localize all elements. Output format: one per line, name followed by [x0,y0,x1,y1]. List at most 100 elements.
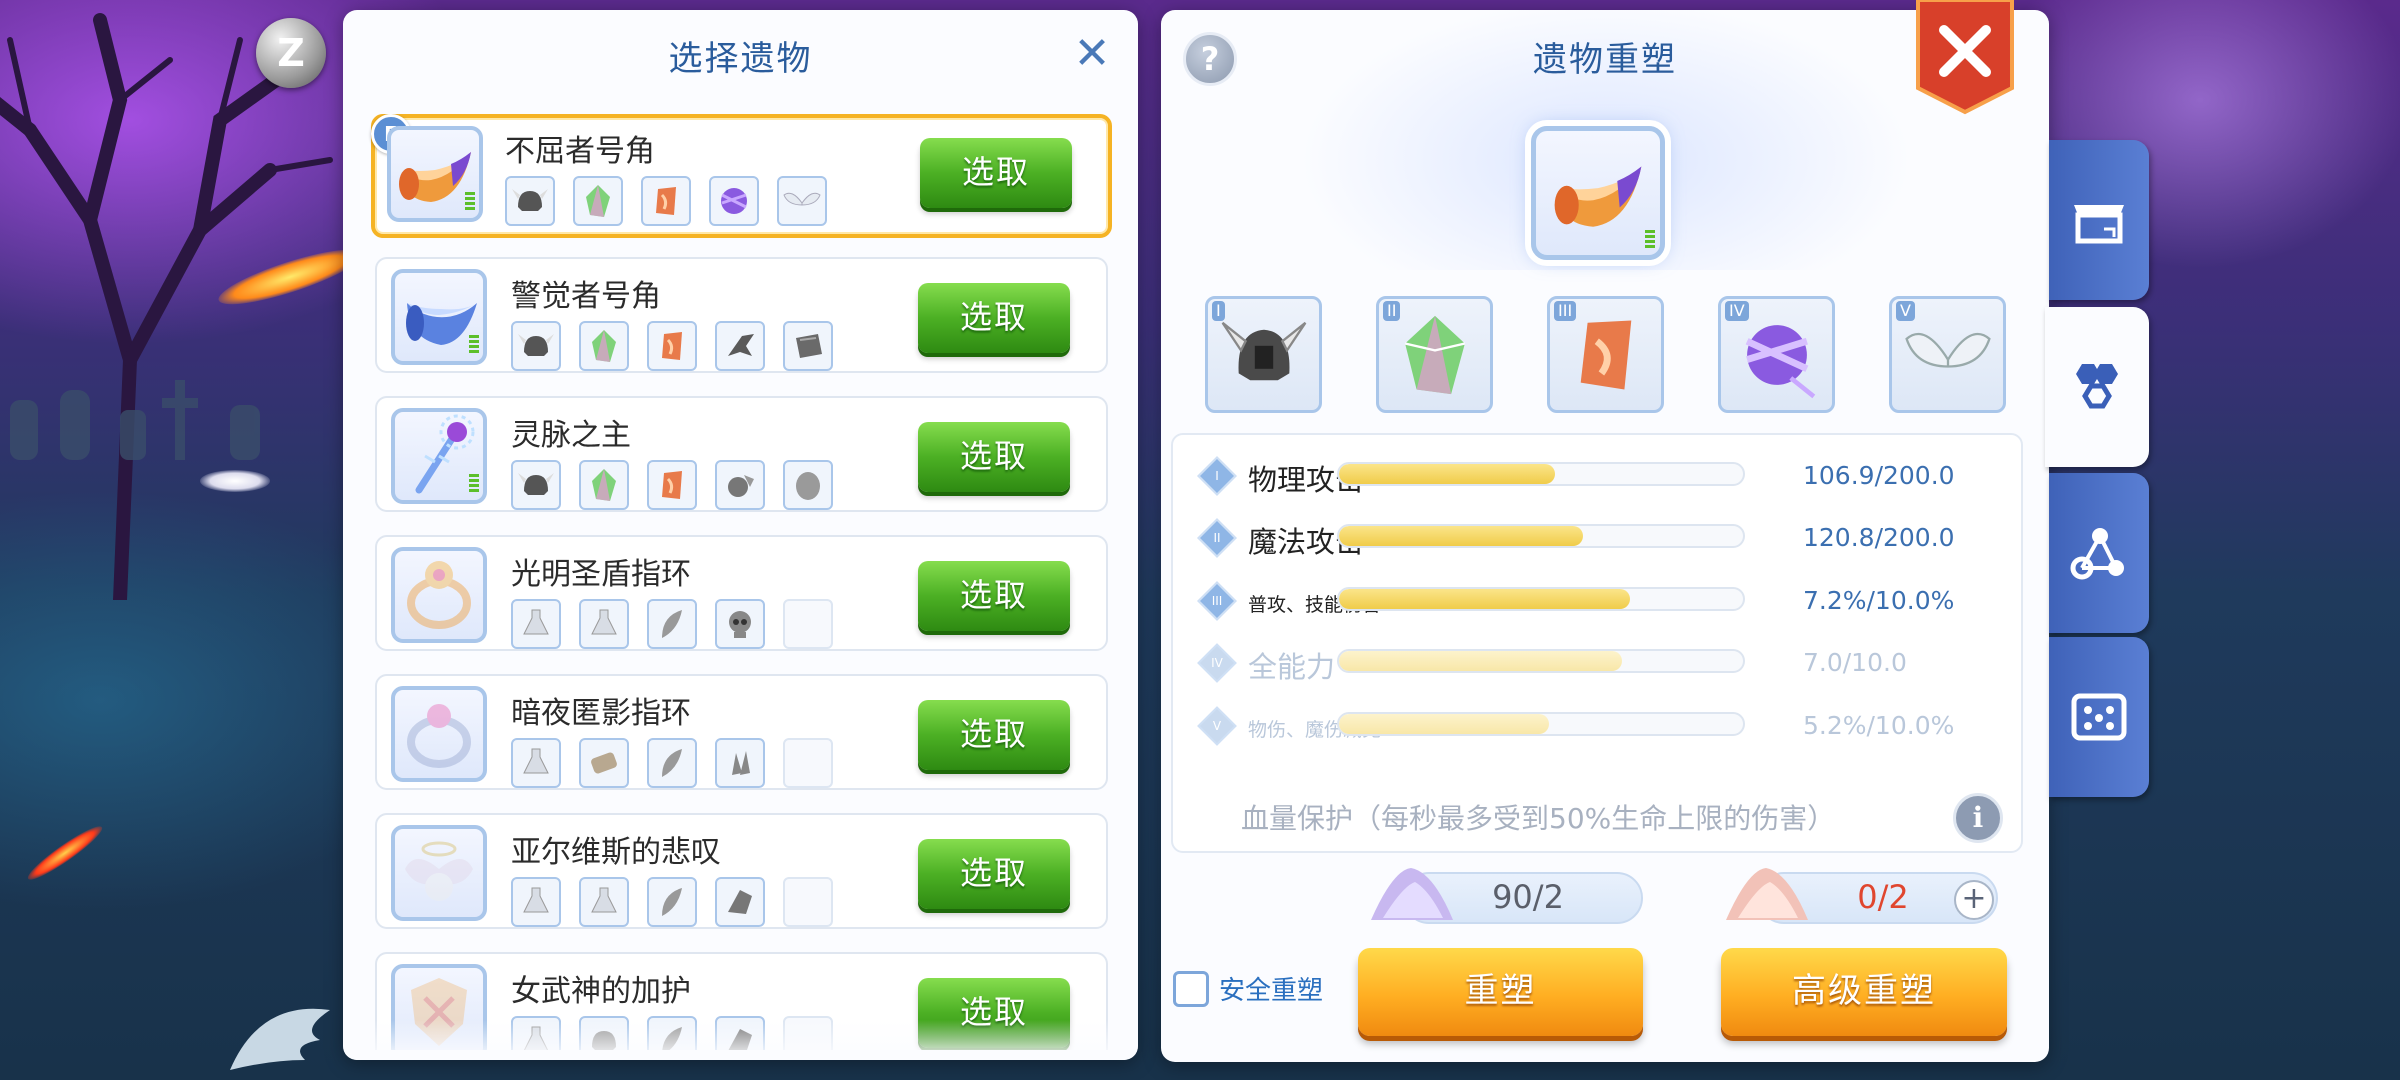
potion-bottle-icon [511,738,561,788]
stat-fill [1339,464,1555,484]
tab-relic-reforge[interactable] [2045,307,2149,467]
ring-icon [391,686,487,782]
attr-slot-5[interactable]: V [1889,296,2006,413]
reforge-button[interactable]: 重塑 [1358,948,1643,1036]
stat-fill [1339,714,1550,734]
panel-title: 选择遗物 [668,38,813,79]
attr-slots-row [511,460,833,510]
tab-shop[interactable] [2049,140,2149,300]
pick-button[interactable]: 选取 [918,839,1070,909]
relic-list-item[interactable]: 警觉者号角 选取 [375,257,1108,373]
helmet-icon [505,176,555,226]
relic-list-item-selected[interactable]: E 不屈者号角 选取 [371,114,1112,238]
pick-button[interactable]: 选取 [918,283,1070,353]
safe-reforge-toggle[interactable]: 安全重塑 [1173,970,1323,1007]
safe-reforge-checkbox[interactable] [1173,970,1209,1007]
pink-powder-icon [1726,868,1808,920]
pick-button[interactable]: 选取 [920,138,1072,208]
relic-name: 灵脉之主 [511,418,631,453]
relic-list-item[interactable]: 亚尔维斯的悲叹 选取 [375,813,1108,929]
dice-icon [2071,693,2127,741]
tab-dice[interactable] [2049,637,2149,797]
attr-slots-row [505,176,827,226]
crystal-icon [573,176,623,226]
stat-diamond-icon: I [1197,456,1237,496]
level-bars-icon [1645,230,1655,250]
feather-icon [647,738,697,788]
close-icon[interactable]: ✕ [1070,32,1114,78]
stat-row: III 普攻、技能伤害 7.2%/10.0% [1193,574,2013,624]
normal-reforge-cost: 90/2 [1363,868,1663,924]
empty-slot [783,738,833,788]
relic-name: 光明圣盾指环 [511,557,691,592]
relic-name: 不屈者号角 [505,134,655,169]
stat-bar [1337,462,1745,486]
ember-glow [23,820,107,886]
stat-numeral: III [1211,594,1223,608]
crystal-icon [579,321,629,371]
relic-name: 警觉者号角 [511,279,661,314]
stat-numeral: IV [1211,656,1223,670]
lamp-glow [200,470,270,492]
close-button[interactable] [1914,0,2016,116]
stat-value: 5.2%/10.0% [1803,711,1955,740]
hp-protect-text: 血量保护（每秒最多受到50%生命上限的伤害） [1241,802,1836,835]
stat-row: V 物伤、魔伤减免 5.2%/10.0% [1193,699,2013,749]
stat-value: 120.8/200.0 [1803,523,1955,552]
feather-icon [647,877,697,927]
stone-shard-icon [647,321,697,371]
attr-slots-row [511,738,833,788]
pick-button[interactable]: 选取 [918,422,1070,492]
cost-value: 0/2 [1857,878,1909,916]
stat-row: IV 全能力 7.0/10.0 [1193,636,2013,686]
relic-list[interactable]: E 不屈者号角 选取 警觉者号角 [365,114,1120,1050]
stat-value: 7.0/10.0 [1803,648,1907,677]
angel-relic-icon [391,825,487,921]
relic-list-item[interactable]: 暗夜匿影指环 选取 [375,674,1108,790]
relic-reforge-panel: ? 遗物重塑 I II III IV V I 物理攻击 106.9/200.0 … [1161,10,2049,1062]
stone-shard-icon [1580,320,1631,389]
claw-icon [715,321,765,371]
stat-value: 106.9/200.0 [1803,461,1955,490]
wing-decoration [230,1008,330,1070]
attr-slot-3[interactable]: III [1547,296,1664,413]
info-glyph: i [1972,801,1984,834]
attr-slot-4[interactable]: IV [1718,296,1835,413]
info-icon[interactable]: i [1953,793,2003,843]
stat-diamond-icon: III [1197,581,1237,621]
crystal-icon [579,460,629,510]
staff-icon [391,408,487,504]
horn-icon [387,126,483,222]
relic-list-item[interactable]: 灵脉之主 选取 [375,396,1108,512]
stone-icon [783,460,833,510]
pick-button[interactable]: 选取 [918,561,1070,631]
ring-icon [391,547,487,643]
graveyard-silhouette [10,380,260,460]
stat-numeral: V [1212,719,1222,733]
hexagon-cluster-icon [2076,364,2118,409]
attr-slot-2[interactable]: II [1376,296,1493,413]
relic-list-item[interactable]: 光明圣盾指环 选取 [375,535,1108,651]
stat-diamond-icon: II [1197,518,1237,558]
add-material-button[interactable]: + [1954,880,1994,920]
biscuit-icon [579,738,629,788]
gear-scrap-icon [715,460,765,510]
pick-button[interactable]: 选取 [918,700,1070,770]
ore-icon [783,321,833,371]
stat-row: I 物理攻击 106.9/200.0 [1193,449,2013,499]
thread-spool-icon [1745,324,1815,398]
slot-numeral: I [1212,301,1225,321]
level-bars-icon [469,474,479,494]
slot-numeral: II [1383,301,1401,321]
stat-bar [1337,587,1745,611]
relic-select-panel: 选择遗物 ✕ E 不屈者号角 选取 [343,10,1138,1060]
stats-box: I 物理攻击 106.9/200.0 II 魔法攻击 120.8/200.0 I… [1171,433,2023,853]
stat-bar [1337,712,1745,736]
attr-slots-row [511,321,833,371]
attr-slot-1[interactable]: I [1205,296,1322,413]
stone-shard-icon [647,460,697,510]
tab-link[interactable] [2049,473,2149,633]
advanced-reforge-button[interactable]: 高级重塑 [1721,948,2007,1036]
slot-numeral: III [1554,301,1577,321]
node-link-icon [2070,528,2124,580]
